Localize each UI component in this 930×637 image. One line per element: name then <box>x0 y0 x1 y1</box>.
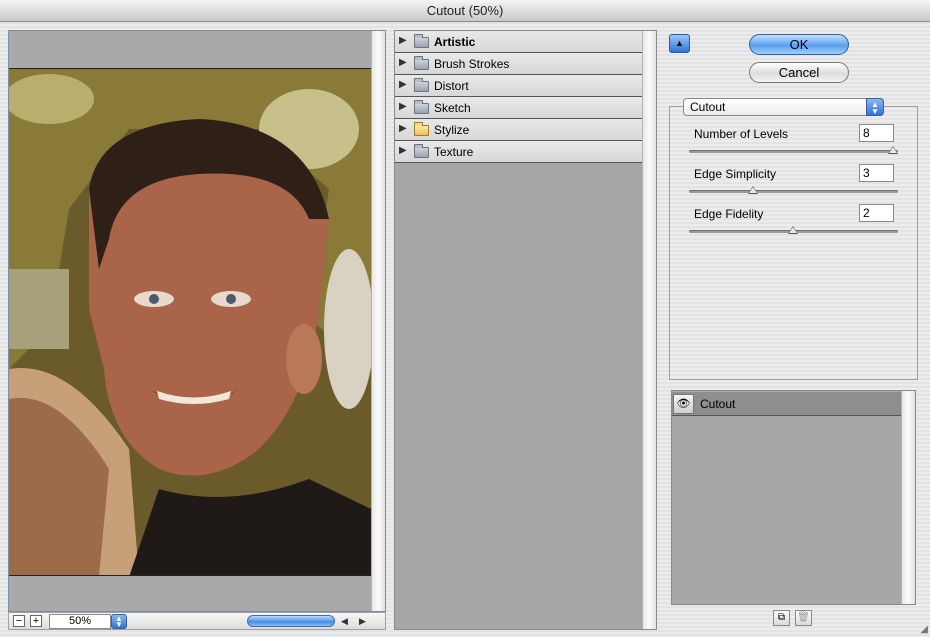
folder-icon <box>414 122 429 136</box>
edge-fidelity-input[interactable]: 2 <box>859 204 894 222</box>
collapse-gallery-button[interactable]: ▲ <box>669 34 690 53</box>
number-of-levels-input[interactable]: 8 <box>859 124 894 142</box>
category-stylize[interactable]: ▶ Stylize <box>395 119 642 141</box>
layers-scrollbar[interactable] <box>901 391 915 604</box>
eye-icon[interactable]: 👁 <box>673 394 694 414</box>
filter-list-scrollbar[interactable] <box>642 31 656 629</box>
disclosure-triangle-icon[interactable]: ▶ <box>399 79 407 90</box>
preview-horizontal-scroll-thumb[interactable] <box>247 615 335 627</box>
zoom-stepper-icon[interactable]: ▲ ▼ <box>111 614 127 629</box>
edge-simplicity-slider[interactable] <box>689 186 898 194</box>
slider-thumb[interactable] <box>788 226 798 234</box>
delete-effect-layer-button[interactable]: 🗑 <box>795 610 812 626</box>
effect-layer-label: Cutout <box>700 397 736 411</box>
category-label: Distort <box>434 79 469 93</box>
zoom-level-field[interactable]: 50% <box>49 614 111 629</box>
edge-simplicity-label: Edge Simplicity <box>694 167 777 181</box>
filter-select[interactable]: Cutout ▲ ▼ <box>683 98 884 116</box>
category-label: Artistic <box>434 35 476 49</box>
category-label: Texture <box>434 145 474 159</box>
folder-icon <box>414 34 429 48</box>
resize-grip-icon[interactable]: ◢ <box>920 624 928 635</box>
number-of-levels-label: Number of Levels <box>694 127 789 141</box>
number-of-levels-slider[interactable] <box>689 146 898 154</box>
category-label: Sketch <box>434 101 471 115</box>
preview-zoom-bar: − + 50% ▲ ▼ ◀ ▶ <box>8 612 386 630</box>
preview-vertical-scrollbar[interactable] <box>371 31 385 611</box>
new-effect-layer-button[interactable]: ⧉ <box>773 610 790 626</box>
zoom-out-button[interactable]: − <box>13 615 25 627</box>
folder-icon <box>414 144 429 158</box>
disclosure-triangle-icon[interactable]: ▶ <box>399 145 407 156</box>
window-title: Cutout (50%) <box>0 0 930 22</box>
effect-layers-panel: 👁 Cutout <box>671 390 916 605</box>
edge-simplicity-input[interactable]: 3 <box>859 164 894 182</box>
category-sketch[interactable]: ▶ Sketch <box>395 97 642 119</box>
category-distort[interactable]: ▶ Distort <box>395 75 642 97</box>
stepper-arrows-icon[interactable]: ▲ ▼ <box>866 98 884 116</box>
category-brush-strokes[interactable]: ▶ Brush Strokes <box>395 53 642 75</box>
preview-image[interactable] <box>9 68 371 576</box>
category-texture[interactable]: ▶ Texture <box>395 141 642 163</box>
slider-thumb[interactable] <box>748 186 758 194</box>
filter-settings-panel <box>669 106 918 380</box>
edge-fidelity-label: Edge Fidelity <box>694 207 764 221</box>
category-label: Stylize <box>434 123 470 137</box>
cancel-button[interactable]: Cancel <box>749 62 849 83</box>
edge-fidelity-slider[interactable] <box>689 226 898 234</box>
disclosure-triangle-icon[interactable]: ▶ <box>399 101 407 112</box>
disclosure-triangle-icon[interactable]: ▶ <box>399 123 407 134</box>
category-artistic[interactable]: ▶ Artistic <box>395 31 642 53</box>
filter-category-list: ▶ Artistic ▶ Brush Strokes ▶ Distort ▶ S… <box>394 30 657 630</box>
zoom-in-button[interactable]: + <box>30 615 42 627</box>
effect-layer-row[interactable]: 👁 Cutout <box>672 392 901 416</box>
slider-thumb[interactable] <box>888 146 898 154</box>
disclosure-triangle-icon[interactable]: ▶ <box>399 35 407 46</box>
disclosure-triangle-icon[interactable]: ▶ <box>399 57 407 68</box>
ok-button[interactable]: OK <box>749 34 849 55</box>
category-label: Brush Strokes <box>434 57 510 71</box>
portrait-image <box>9 69 371 575</box>
folder-icon <box>414 56 429 70</box>
folder-icon <box>414 100 429 114</box>
folder-icon <box>414 78 429 92</box>
filter-select-value: Cutout <box>690 100 726 114</box>
scroll-left-arrow-icon[interactable]: ◀ <box>341 614 348 628</box>
scroll-right-arrow-icon[interactable]: ▶ <box>359 614 366 628</box>
preview-pane[interactable] <box>8 30 386 612</box>
